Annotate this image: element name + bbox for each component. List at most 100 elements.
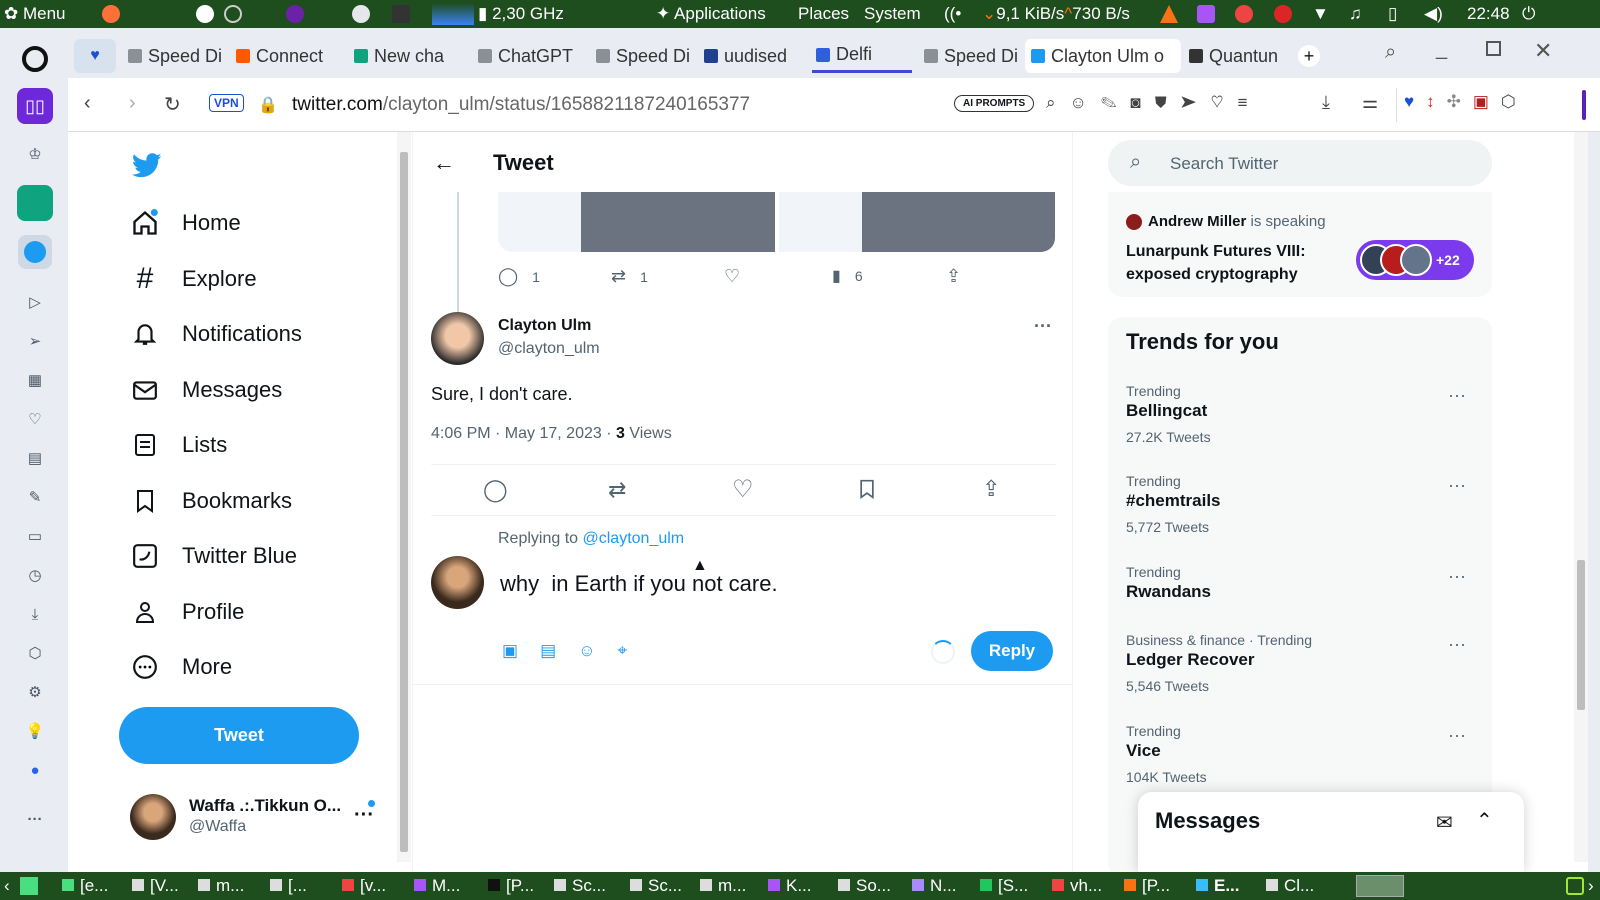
taskbar-item[interactable]: N... xyxy=(912,876,956,896)
nav-twitter-blue[interactable]: Twitter Blue xyxy=(130,541,297,571)
twitter-logo-icon[interactable] xyxy=(132,150,162,180)
forward-icon[interactable]: › xyxy=(129,92,136,115)
taskbar-item[interactable]: So... xyxy=(838,876,891,896)
parent-retweet-button[interactable]: ⇄ 1 xyxy=(611,266,648,287)
left-scrollbar[interactable] xyxy=(397,132,411,862)
ai-prompts-button[interactable]: AI PROMPTS xyxy=(954,95,1035,112)
lock-icon[interactable]: 🔒 xyxy=(258,95,278,115)
reading-list-icon[interactable]: ▯▯ xyxy=(17,88,53,124)
extension-puzzle-icon[interactable]: ✣ xyxy=(1447,92,1473,111)
location-icon[interactable]: ⌖ xyxy=(617,641,649,660)
volume-icon[interactable]: ◀) xyxy=(1424,4,1443,24)
new-tab-plus-icon[interactable]: + xyxy=(1298,45,1320,67)
taskbar-item[interactable]: Sc... xyxy=(554,876,606,896)
heart-icon[interactable]: ♡ xyxy=(24,408,46,430)
retweet-icon[interactable]: ⇄ xyxy=(608,477,626,503)
nav-messages[interactable]: Messages xyxy=(130,375,282,405)
close-window-icon[interactable]: ✕ xyxy=(1534,38,1552,64)
taskbar-item[interactable]: [S... xyxy=(980,876,1028,896)
edit-snapshot-icon[interactable]: ✎ xyxy=(1101,93,1131,112)
taskbar-item[interactable]: [... xyxy=(270,876,307,896)
url-field[interactable]: twitter.com/clayton_ulm/status/165882118… xyxy=(292,94,750,116)
trend-item[interactable]: Trending Vice 104K Tweets ··· xyxy=(1126,723,1466,785)
tab-6[interactable]: Delfi xyxy=(812,39,912,73)
extension-heart-icon[interactable]: ♥ xyxy=(1404,92,1426,111)
minimize-icon[interactable]: _ xyxy=(1436,38,1447,61)
nav-lists[interactable]: Lists xyxy=(130,430,227,460)
taskbar-item[interactable]: [v... xyxy=(342,876,386,896)
crown-icon[interactable]: ♔ xyxy=(24,143,46,165)
replying-to-handle[interactable]: @clayton_ulm xyxy=(583,530,685,547)
left-scrollbar-thumb[interactable] xyxy=(400,152,408,852)
notification-bell-icon[interactable]: ♫ xyxy=(1349,4,1362,24)
app-icon-a[interactable] xyxy=(196,5,214,23)
power-icon[interactable]: ⏻ xyxy=(1522,4,1535,24)
tweet-more-icon[interactable]: ··· xyxy=(1034,316,1052,337)
share-icon[interactable]: ⇪ xyxy=(982,476,1000,502)
trend-more-icon[interactable]: ··· xyxy=(1448,566,1466,587)
like-heart-icon[interactable]: ♡ xyxy=(732,475,754,504)
opera-icon[interactable] xyxy=(352,5,370,23)
tab-1[interactable]: Connect xyxy=(232,39,340,73)
gif-icon[interactable]: ▤ xyxy=(540,641,578,660)
tab-7[interactable]: Speed Di xyxy=(920,39,1026,73)
camera-icon[interactable]: ◙ xyxy=(1130,93,1154,112)
downloads-icon[interactable]: ⤓ xyxy=(1322,92,1330,113)
tweet-timestamp[interactable]: 4:06 PM · May 17, 2023 · xyxy=(431,425,616,442)
reply-button[interactable]: Reply xyxy=(971,631,1053,671)
menu-button[interactable]: ✿ Menu xyxy=(4,4,66,24)
expand-chevron-icon[interactable]: ⌃ xyxy=(1476,808,1493,833)
shield-icon[interactable]: ⛊ xyxy=(1155,93,1181,112)
extension-arrow-icon[interactable]: ↕ xyxy=(1426,92,1447,111)
back-icon[interactable]: ‹ xyxy=(84,92,91,115)
easy-setup-icon[interactable]: ≡ xyxy=(1238,93,1262,112)
taskbar-item[interactable]: [V... xyxy=(132,876,179,896)
emoji-icon[interactable]: ☺ xyxy=(578,641,617,660)
trash-icon[interactable] xyxy=(1566,877,1584,895)
vpn-badge[interactable]: VPN xyxy=(209,94,244,112)
tabs-icon[interactable]: ▭ xyxy=(24,525,46,547)
trend-item[interactable]: Business & finance · Trending Ledger Reco… xyxy=(1126,632,1466,694)
messages-drawer[interactable]: Messages ✉ ⌃ xyxy=(1138,792,1524,872)
lightbulb-icon[interactable]: 💡 xyxy=(24,720,46,742)
tor-icon[interactable] xyxy=(286,5,304,23)
parent-reply-button[interactable]: ◯ 1 xyxy=(498,266,540,287)
nav-profile[interactable]: Profile xyxy=(130,597,244,627)
chrome-tray-icon[interactable] xyxy=(1235,5,1253,23)
author-handle[interactable]: @clayton_ulm xyxy=(498,340,600,358)
nav-explore[interactable]: # Explore xyxy=(130,262,257,295)
nav-home[interactable]: Home xyxy=(130,208,241,238)
trend-item[interactable]: Trending Bellingcat 27.2K Tweets ··· xyxy=(1126,383,1466,445)
terminal-icon[interactable] xyxy=(392,5,410,23)
maximize-icon[interactable] xyxy=(1486,41,1501,56)
trend-more-icon[interactable]: ··· xyxy=(1448,385,1466,406)
edit-icon[interactable]: ✎ xyxy=(24,486,46,508)
settings-sliders-icon[interactable]: ⚌ xyxy=(1362,92,1378,113)
back-arrow-icon[interactable]: ← xyxy=(433,150,455,176)
more-dots-icon[interactable]: ··· xyxy=(24,808,46,830)
taskbar-item[interactable]: E... xyxy=(1196,876,1240,896)
vlc-icon[interactable] xyxy=(1160,5,1178,23)
sidebar-toggle[interactable] xyxy=(1582,90,1586,120)
page-scrollbar-thumb[interactable] xyxy=(1577,560,1585,710)
download-icon[interactable]: ⤓ xyxy=(24,603,46,625)
taskbar-item[interactable]: m... xyxy=(700,876,746,896)
history-icon[interactable]: ◷ xyxy=(24,564,46,586)
taskbar-item[interactable]: M... xyxy=(414,876,460,896)
taskbar-item[interactable]: Sc... xyxy=(630,876,682,896)
applications-menu[interactable]: ✦ Applications xyxy=(656,4,766,24)
search-page-icon[interactable]: ⌕ xyxy=(1046,93,1070,112)
reload-icon[interactable]: ↻ xyxy=(164,92,181,117)
extension-cube-icon[interactable]: ⬡ xyxy=(1501,92,1528,111)
taskbar-scroll-right-icon[interactable]: › xyxy=(1588,876,1594,896)
heart-icon[interactable]: ♡ xyxy=(1211,93,1238,112)
nav-notifications[interactable]: Notifications xyxy=(130,319,302,349)
firefox-icon[interactable] xyxy=(102,5,120,23)
tab-9[interactable]: Quantun xyxy=(1185,39,1293,73)
extension-box-icon[interactable]: ▣ xyxy=(1473,92,1501,111)
tab-5[interactable]: uudised xyxy=(700,39,808,73)
taskbar-item[interactable]: Cl... xyxy=(1266,876,1314,896)
taskbar-item[interactable]: m... xyxy=(198,876,244,896)
author-name[interactable]: Clayton Ulm xyxy=(498,317,591,335)
opera-logo-icon[interactable] xyxy=(22,46,48,72)
